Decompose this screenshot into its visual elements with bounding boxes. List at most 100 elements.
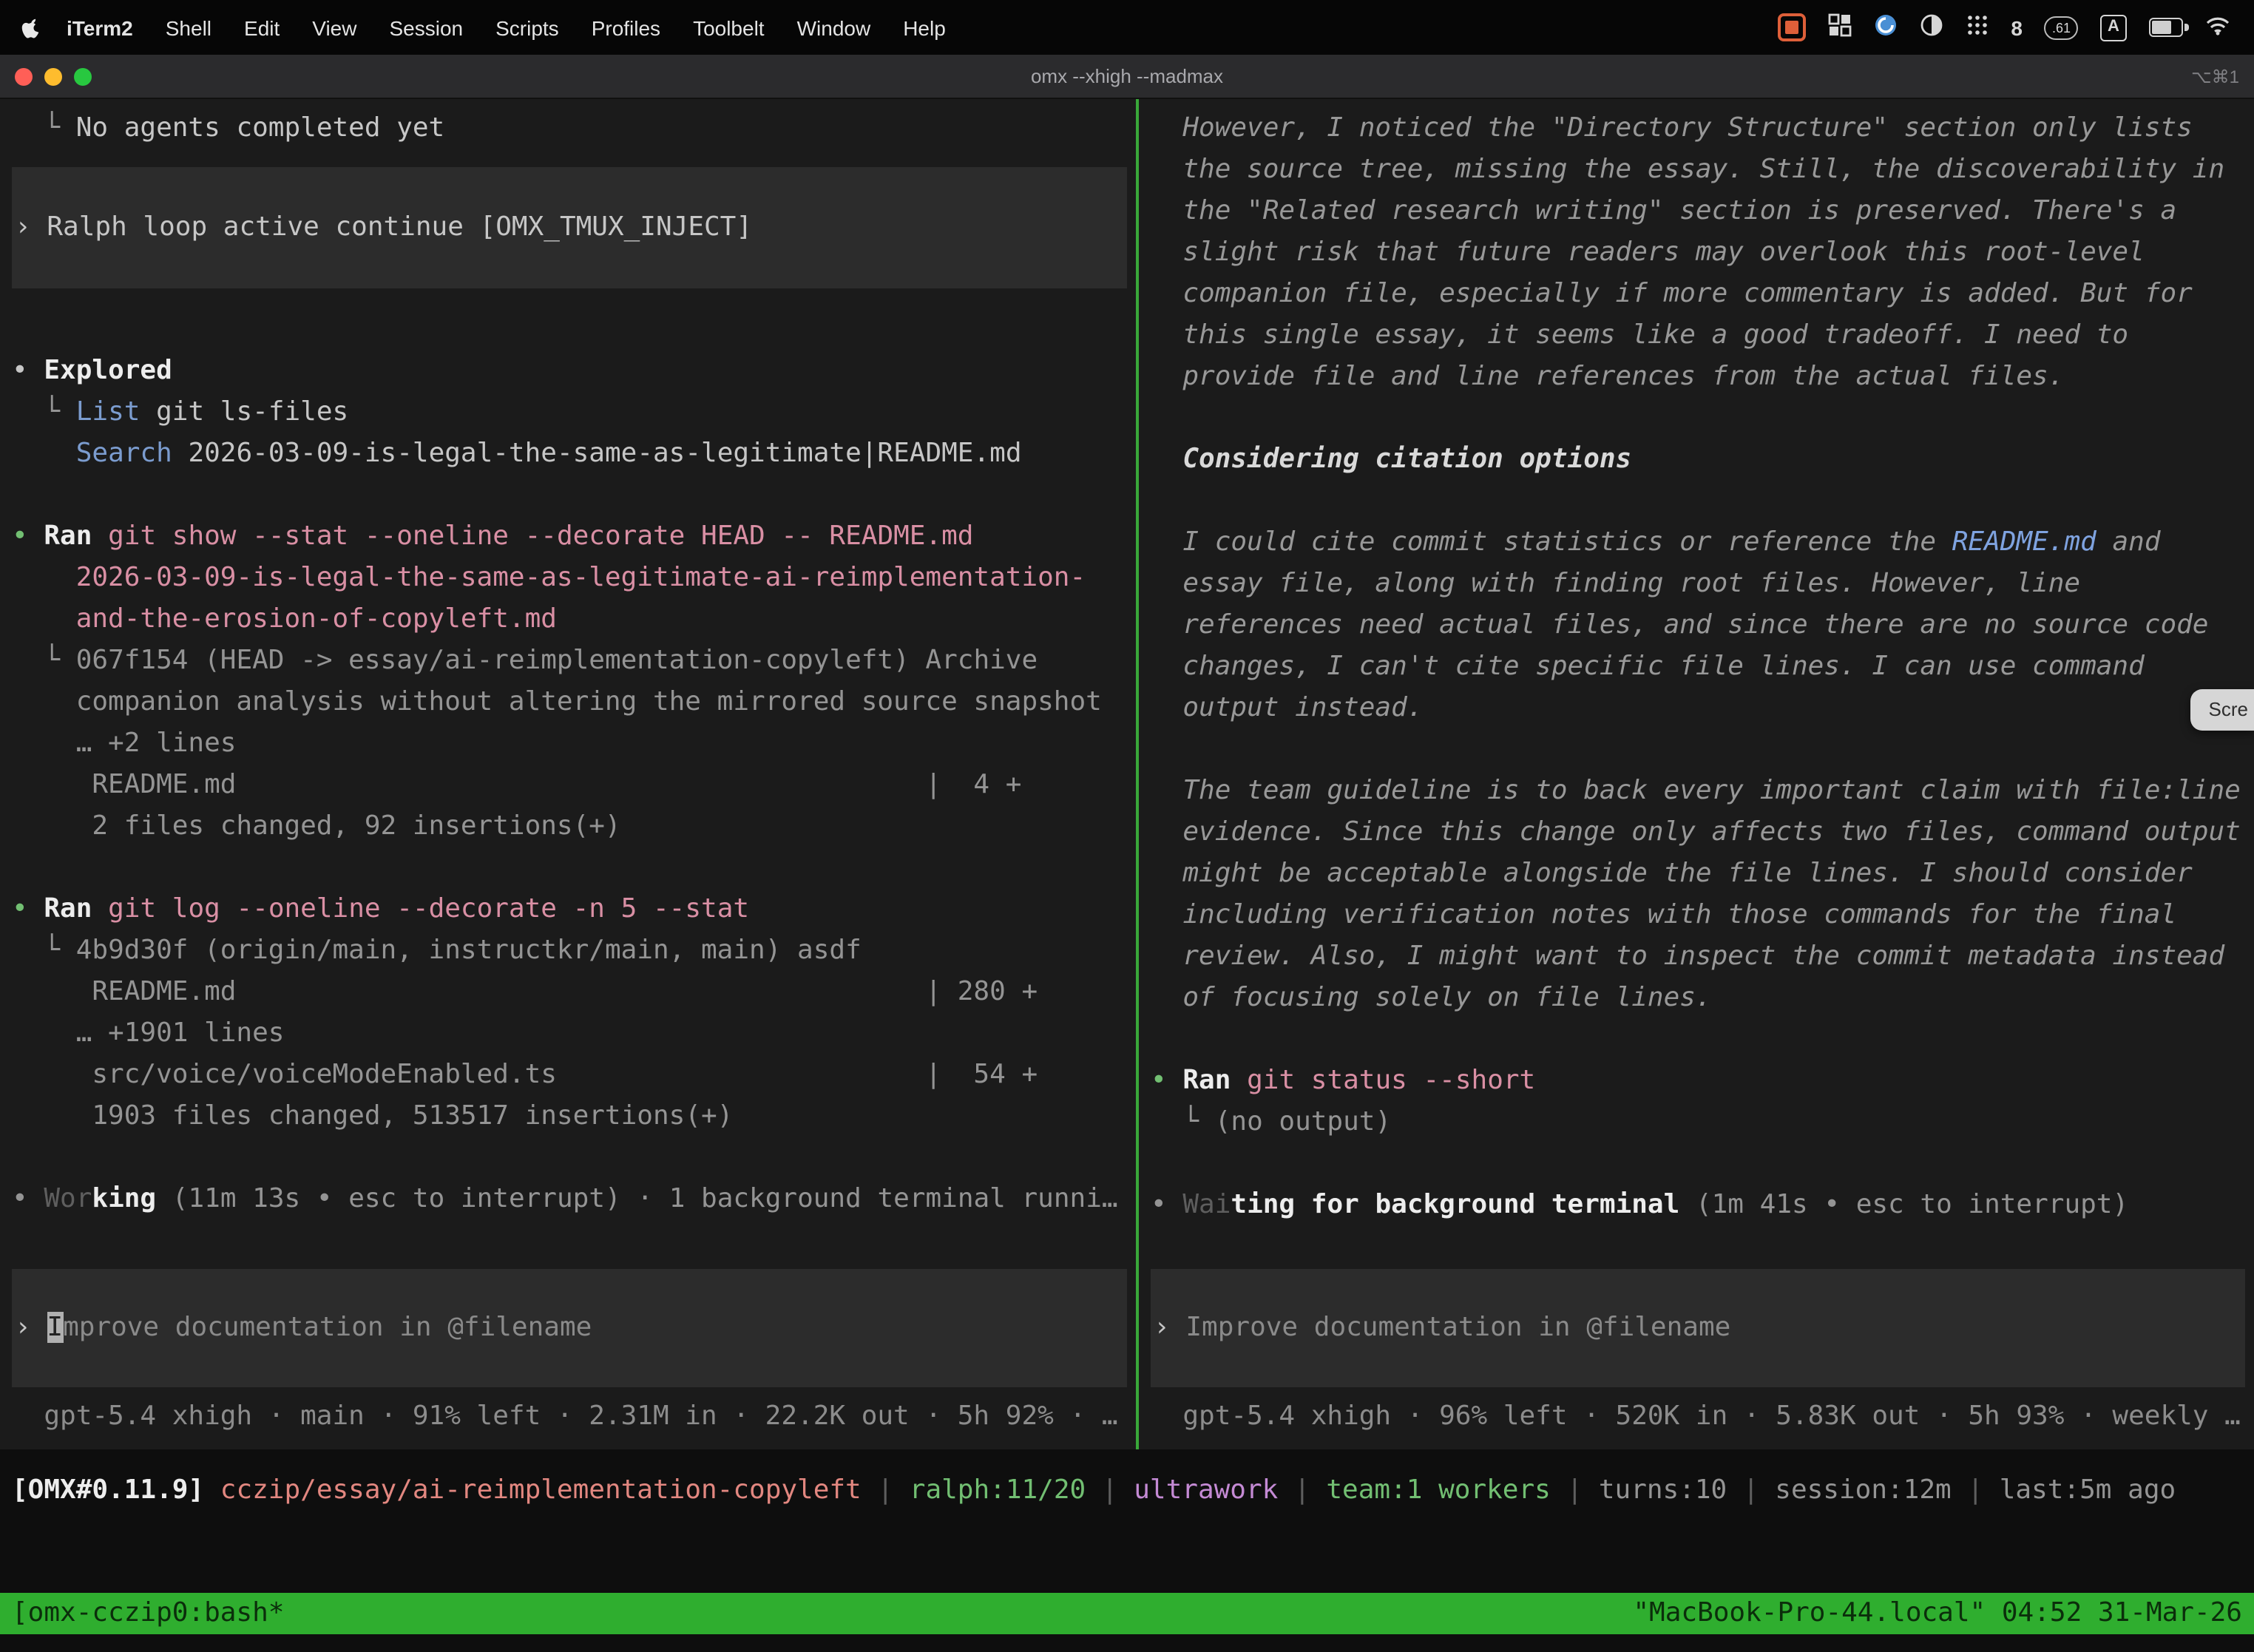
text-segment: |: [1551, 1475, 1599, 1506]
explored-header: • Explored: [12, 351, 1136, 392]
text-segment: session:12m: [1775, 1475, 1951, 1506]
text-segment: Improve documentation in @filename: [1185, 1312, 1730, 1343]
prompt-input-right[interactable]: › Improve documentation in @filename: [1151, 1269, 2245, 1387]
text-segment: might be acceptable alongside the file l…: [1151, 858, 2193, 889]
text-segment: changes, I can't cite specific file line…: [1151, 651, 2145, 682]
ralph-inject-banner: › Ralph loop active continue [OMX_TMUX_I…: [12, 167, 1127, 288]
swirl-icon[interactable]: [1873, 13, 1897, 41]
text-segment: 4b9d30f (origin/main, instructkr/main, m…: [76, 935, 862, 966]
contrast-icon[interactable]: [1919, 13, 1943, 41]
menu-item-session[interactable]: Session: [373, 16, 479, 39]
tmux-status-bar: [omx-cczip0:bash* "MacBook-Pro-44.local"…: [0, 1593, 2254, 1634]
menu-item-iterm2[interactable]: iTerm2: [50, 16, 149, 39]
close-button[interactable]: [15, 67, 33, 85]
terminal-line: 2 files changed, 92 insertions(+): [12, 806, 1136, 847]
wifi-icon[interactable]: [2205, 16, 2230, 39]
banner-text: › Ralph loop active continue [OMX_TMUX_I…: [15, 207, 1127, 248]
text-segment: provide file and line references from th…: [1151, 361, 2064, 392]
menu-item-profiles[interactable]: Profiles: [575, 16, 677, 39]
terminal-line: changes, I can't cite specific file line…: [1151, 646, 2254, 688]
text-segment: gpt-5.4 xhigh · 96% left · 520K in · 5.8…: [1151, 1401, 2241, 1432]
text-segment: gpt-5.4 xhigh · main · 91% left · 2.31M …: [12, 1401, 1118, 1432]
input-source-a-icon[interactable]: A: [2100, 14, 2127, 41]
terminal-line: [1151, 398, 2254, 439]
working-spinner-line: • Working (11m 13s • esc to interrupt) ·…: [12, 1179, 1136, 1220]
terminal-line: 2026-03-09-is-legal-the-same-as-legitima…: [12, 558, 1136, 599]
terminal-line: [1151, 1143, 2254, 1185]
terminal-line: The team guideline is to back every impo…: [1151, 771, 2254, 812]
menu-item-view[interactable]: View: [296, 16, 373, 39]
recording-indicator[interactable]: [1777, 13, 1805, 41]
apple-icon: [21, 16, 41, 39]
text-segment: I could cite commit statistics or refere…: [1151, 527, 1952, 558]
text-segment: … +2 lines: [12, 728, 236, 759]
waiting-spinner-line: • Waiting for background terminal (1m 41…: [1151, 1185, 2254, 1226]
menu-item-help[interactable]: Help: [887, 16, 962, 39]
minimize-button[interactable]: [44, 67, 62, 85]
text-segment: However, I noticed the "Directory Struct…: [1151, 112, 2193, 143]
terminal-line: the "Related research writing" section i…: [1151, 191, 2254, 232]
text-segment: [OMX#0.11.9]: [12, 1475, 204, 1506]
terminal-line: of focusing solely on file lines.: [1151, 978, 2254, 1019]
text-segment: README.md: [1952, 527, 2096, 558]
text-segment: (1m 41s • esc to interrupt): [1679, 1189, 2128, 1220]
text-segment: this single essay, it seems like a good …: [1151, 319, 2128, 351]
terminal-line: [12, 847, 1136, 889]
scrollback-right: However, I noticed the "Directory Struct…: [1151, 108, 2254, 1226]
text-segment: [204, 1475, 220, 1506]
terminal-line: review. Also, I might want to inspect th…: [1151, 936, 2254, 978]
text-segment: List: [76, 396, 141, 427]
text-segment: Ralph loop active continue [OMX_TMUX_INJ…: [47, 211, 752, 243]
terminal-line: I could cite commit statistics or refere…: [1151, 522, 2254, 563]
terminal-line: [1151, 1019, 2254, 1060]
terminal-line: including verification notes with those …: [1151, 895, 2254, 936]
menu-bar-status: 8 .61 A: [1777, 13, 2230, 41]
dots-grid-icon[interactable]: [1965, 13, 1989, 41]
text-segment: including verification notes with those …: [1151, 899, 2176, 930]
terminal-line: slight risk that future readers may over…: [1151, 232, 2254, 274]
zoom-button[interactable]: [74, 67, 92, 85]
battery-icon[interactable]: [2149, 18, 2183, 37]
text-segment: Wor: [44, 1183, 92, 1214]
text-segment: and-the-erosion-of-copyleft.md: [12, 603, 557, 634]
terminal-line: [12, 475, 1136, 516]
meter-61-icon[interactable]: .61: [2045, 16, 2078, 39]
terminal-line: However, I noticed the "Directory Struct…: [1151, 108, 2254, 149]
text-segment: ting for background terminal: [1231, 1189, 1679, 1220]
text-segment: Ran: [1182, 1065, 1231, 1096]
text-segment: •: [12, 355, 44, 386]
text-segment: mprove documentation in @filename: [63, 1312, 592, 1343]
text-segment: •: [12, 521, 44, 552]
menu-bar: iTerm2ShellEditViewSessionScriptsProfile…: [0, 0, 2254, 55]
omx-status-line: [OMX#0.11.9] cczip/essay/ai-reimplementa…: [0, 1449, 2254, 1511]
tiles-icon[interactable]: [1827, 13, 1851, 41]
menu-item-scripts[interactable]: Scripts: [479, 16, 575, 39]
text-segment: Considering citation options: [1151, 444, 1631, 475]
badge-8-icon[interactable]: 8: [2011, 16, 2023, 39]
menu-item-shell[interactable]: Shell: [149, 16, 228, 39]
terminal-pane-left: └ No agents completed yet› Ralph loop ac…: [0, 99, 1136, 1449]
prompt-input-left[interactable]: › Improve documentation in @filename: [12, 1269, 1127, 1387]
terminal-line: └ List git ls-files: [12, 392, 1136, 433]
text-segment: turns:10: [1599, 1475, 1727, 1506]
window-title-bar[interactable]: omx --xhigh --madmax ⌥⌘1: [0, 55, 2254, 99]
screen-share-tooltip[interactable]: Scre: [2191, 689, 2254, 731]
tmux-session-label[interactable]: [omx-cczip0:bash*: [12, 1593, 284, 1634]
text-segment: |: [1278, 1475, 1326, 1506]
text-segment: Explored: [44, 355, 172, 386]
text-segment: companion analysis without altering the …: [12, 686, 1102, 717]
menu-item-toolbelt[interactable]: Toolbelt: [677, 16, 781, 39]
text-segment: team:1 workers: [1326, 1475, 1550, 1506]
terminal-line: README.md | 4 +: [12, 765, 1136, 806]
text-segment: └: [12, 112, 76, 143]
menu-item-window[interactable]: Window: [781, 16, 887, 39]
text-segment: [12, 438, 76, 469]
terminal-line: essay file, along with finding root file…: [1151, 563, 2254, 605]
text-segment: README.md | 4 +: [12, 769, 1021, 800]
apple-menu[interactable]: [21, 16, 41, 39]
ran-git-show: • Ran git show --stat --oneline --decora…: [12, 516, 1136, 558]
menu-item-edit[interactable]: Edit: [228, 16, 296, 39]
text-segment: … +1901 lines: [12, 1018, 284, 1049]
text-segment: review. Also, I might want to inspect th…: [1151, 941, 2224, 972]
text-segment: git show --stat --oneline --decorate HEA…: [108, 521, 973, 552]
